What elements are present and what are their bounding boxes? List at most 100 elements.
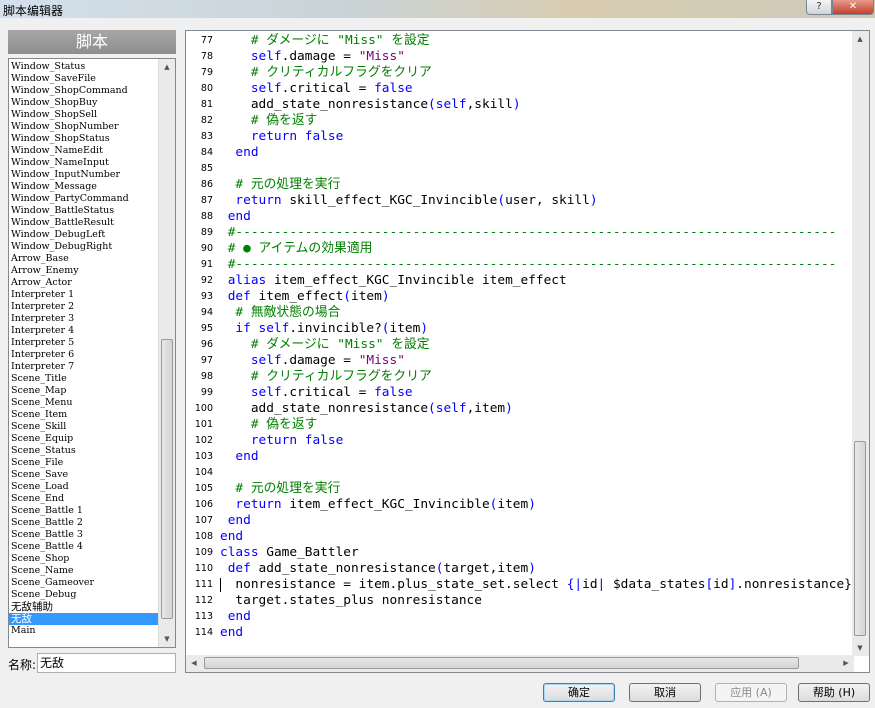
script-list-item[interactable]: Scene_Title bbox=[9, 373, 159, 385]
script-list-item[interactable]: Interpreter 6 bbox=[9, 349, 159, 361]
script-list-item[interactable]: Arrow_Enemy bbox=[9, 265, 159, 277]
script-list-item[interactable]: Interpreter 7 bbox=[9, 361, 159, 373]
script-list-item[interactable]: Window_Status bbox=[9, 61, 159, 73]
close-icon[interactable]: ✕ bbox=[832, 0, 874, 15]
editor-vertical-scroll-thumb[interactable] bbox=[854, 441, 866, 636]
code-line[interactable]: 82 # 偽を返す bbox=[186, 113, 854, 129]
code-line[interactable]: 99 self.critical = false bbox=[186, 385, 854, 401]
code-line[interactable]: 78 self.damage = "Miss" bbox=[186, 49, 854, 65]
script-list-item[interactable]: Scene_Status bbox=[9, 445, 159, 457]
script-list-item[interactable]: Scene_Battle 1 bbox=[9, 505, 159, 517]
script-list-item[interactable]: 无敌辅助 bbox=[9, 601, 159, 613]
script-list-item[interactable]: Scene_Battle 3 bbox=[9, 529, 159, 541]
code-line[interactable]: 105 # 元の処理を実行 bbox=[186, 481, 854, 497]
code-editor[interactable]: 77 # ダメージに "Miss" を設定 78 self.damage = "M… bbox=[185, 30, 870, 673]
script-list-item[interactable]: Interpreter 4 bbox=[9, 325, 159, 337]
code-line[interactable]: 106 return item_effect_KGC_Invincible(it… bbox=[186, 497, 854, 513]
script-list-item[interactable]: Main bbox=[9, 625, 159, 637]
script-list-item[interactable]: Interpreter 3 bbox=[9, 313, 159, 325]
script-list-item[interactable]: Scene_Load bbox=[9, 481, 159, 493]
code-line[interactable]: 97 self.damage = "Miss" bbox=[186, 353, 854, 369]
code-line[interactable]: 86 # 元の処理を実行 bbox=[186, 177, 854, 193]
code-area[interactable]: 77 # ダメージに "Miss" を設定 78 self.damage = "M… bbox=[186, 33, 854, 655]
editor-vertical-scrollbar[interactable]: ▲ ▼ bbox=[852, 31, 869, 656]
script-list-item[interactable]: Scene_Gameover bbox=[9, 577, 159, 589]
editor-horizontal-scrollbar[interactable]: ◀ ▶ bbox=[186, 655, 854, 672]
code-line[interactable]: 90 # ● アイテムの効果適用 bbox=[186, 241, 854, 257]
scroll-up-icon[interactable]: ▲ bbox=[852, 31, 868, 47]
script-list-item[interactable]: Scene_End bbox=[9, 493, 159, 505]
code-line[interactable]: 109 class Game_Battler bbox=[186, 545, 854, 561]
script-list-item[interactable]: Window_NameEdit bbox=[9, 145, 159, 157]
script-list-item[interactable]: Scene_Item bbox=[9, 409, 159, 421]
code-line[interactable]: 112 target.states_plus nonresistance bbox=[186, 593, 854, 609]
script-list-item[interactable]: Window_DebugRight bbox=[9, 241, 159, 253]
script-list-item[interactable]: Window_SaveFile bbox=[9, 73, 159, 85]
script-list-item[interactable]: Scene_Name bbox=[9, 565, 159, 577]
cancel-button[interactable]: 取消 bbox=[629, 683, 701, 702]
code-line[interactable]: 103 end bbox=[186, 449, 854, 465]
name-input[interactable]: 无敌 bbox=[37, 653, 176, 673]
code-line[interactable]: 89 #------------------------------------… bbox=[186, 225, 854, 241]
scroll-down-icon[interactable]: ▼ bbox=[159, 631, 175, 647]
help-icon[interactable]: ? bbox=[806, 0, 832, 15]
code-line[interactable]: 114 end bbox=[186, 625, 854, 641]
script-list-item[interactable]: Window_BattleStatus bbox=[9, 205, 159, 217]
code-line[interactable]: 104 bbox=[186, 465, 854, 481]
editor-horizontal-scroll-thumb[interactable] bbox=[204, 657, 799, 669]
scroll-up-icon[interactable]: ▲ bbox=[159, 59, 175, 75]
code-line[interactable]: 100 add_state_nonresistance(self,item) bbox=[186, 401, 854, 417]
code-line[interactable]: 111 nonresistance = item.plus_state_set.… bbox=[186, 577, 854, 593]
code-line[interactable]: 95 if self.invincible?(item) bbox=[186, 321, 854, 337]
code-line[interactable]: 93 def item_effect(item) bbox=[186, 289, 854, 305]
script-list-item[interactable]: Window_ShopBuy bbox=[9, 97, 159, 109]
code-line[interactable]: 107 end bbox=[186, 513, 854, 529]
script-list-item[interactable]: Scene_Save bbox=[9, 469, 159, 481]
script-list-item[interactable]: Arrow_Base bbox=[9, 253, 159, 265]
script-list-item[interactable]: Scene_Menu bbox=[9, 397, 159, 409]
script-list-item[interactable]: Interpreter 2 bbox=[9, 301, 159, 313]
script-list-item[interactable]: Window_ShopStatus bbox=[9, 133, 159, 145]
code-line[interactable]: 94 # 無敵状態の場合 bbox=[186, 305, 854, 321]
code-line[interactable]: 77 # ダメージに "Miss" を設定 bbox=[186, 33, 854, 49]
code-line[interactable]: 80 self.critical = false bbox=[186, 81, 854, 97]
code-line[interactable]: 113 end bbox=[186, 609, 854, 625]
code-line[interactable]: 79 # クリティカルフラグをクリア bbox=[186, 65, 854, 81]
code-line[interactable]: 81 add_state_nonresistance(self,skill) bbox=[186, 97, 854, 113]
script-list-item[interactable]: Scene_Battle 4 bbox=[9, 541, 159, 553]
scroll-left-icon[interactable]: ◀ bbox=[186, 655, 202, 671]
code-line[interactable]: 91 #------------------------------------… bbox=[186, 257, 854, 273]
ok-button[interactable]: 确定 bbox=[543, 683, 615, 702]
code-line[interactable]: 101 # 偽を返す bbox=[186, 417, 854, 433]
code-line[interactable]: 96 # ダメージに "Miss" を設定 bbox=[186, 337, 854, 353]
script-list-item[interactable]: Window_ShopSell bbox=[9, 109, 159, 121]
code-line[interactable]: 110 def add_state_nonresistance(target,i… bbox=[186, 561, 854, 577]
script-list-item[interactable]: Scene_Shop bbox=[9, 553, 159, 565]
script-list-item[interactable]: Interpreter 1 bbox=[9, 289, 159, 301]
code-line[interactable]: 84 end bbox=[186, 145, 854, 161]
script-list-item[interactable]: Window_ShopNumber bbox=[9, 121, 159, 133]
code-line[interactable]: 92 alias item_effect_KGC_Invincible item… bbox=[186, 273, 854, 289]
code-line[interactable]: 85 bbox=[186, 161, 854, 177]
code-line[interactable]: 87 return skill_effect_KGC_Invincible(us… bbox=[186, 193, 854, 209]
code-line[interactable]: 98 # クリティカルフラグをクリア bbox=[186, 369, 854, 385]
script-list-item[interactable]: Window_PartyCommand bbox=[9, 193, 159, 205]
script-list-item[interactable]: Window_InputNumber bbox=[9, 169, 159, 181]
script-list-item[interactable]: Scene_Battle 2 bbox=[9, 517, 159, 529]
script-list-item[interactable]: Window_DebugLeft bbox=[9, 229, 159, 241]
script-list-scroll-thumb[interactable] bbox=[161, 339, 173, 619]
code-line[interactable]: 108 end bbox=[186, 529, 854, 545]
script-list-item[interactable]: Scene_Debug bbox=[9, 589, 159, 601]
script-list-scrollbar[interactable]: ▲ ▼ bbox=[158, 59, 175, 647]
script-list-item[interactable]: 无敌 bbox=[9, 613, 159, 625]
script-list-item[interactable]: Window_Message bbox=[9, 181, 159, 193]
apply-button[interactable]: 应用 (A) bbox=[715, 683, 787, 702]
script-list[interactable]: Window_Status Window_SaveFile Window_ShopC… bbox=[8, 58, 176, 648]
code-line[interactable]: 88 end bbox=[186, 209, 854, 225]
help-button[interactable]: 帮助 (H) bbox=[798, 683, 870, 702]
script-list-item[interactable]: Window_ShopCommand bbox=[9, 85, 159, 97]
script-list-item[interactable]: Interpreter 5 bbox=[9, 337, 159, 349]
code-line[interactable]: 83 return false bbox=[186, 129, 854, 145]
script-list-item[interactable]: Window_BattleResult bbox=[9, 217, 159, 229]
script-list-item[interactable]: Scene_Equip bbox=[9, 433, 159, 445]
